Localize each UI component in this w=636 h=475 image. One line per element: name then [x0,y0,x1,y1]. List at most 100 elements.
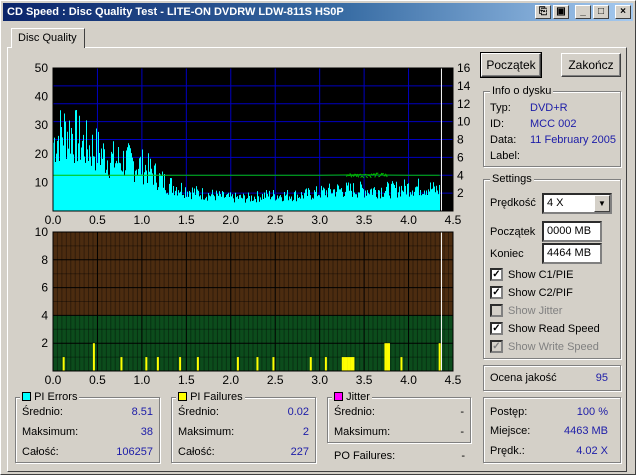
pi-failures-bar [348,357,351,371]
show-read-speed-checkbox[interactable]: ✓ [490,322,503,335]
top-chart-right-tick: 12 [457,97,471,111]
top-chart-x-tick: 2.0 [222,213,239,227]
pi-failures-max-label: Maksimum: [178,426,235,438]
pi-failures-bar [272,357,275,371]
jitter-max-label: Maksimum: [334,426,391,438]
read-speed-value: 4.02 X [576,445,608,457]
type-value: DVD+R [530,102,568,114]
bottom-chart-x-tick: 1.0 [134,373,151,387]
pi-failures-swatch [178,392,187,401]
jitter-avg-label: Średnio: [334,406,375,418]
show-c2-checkbox[interactable]: ✓ [490,286,503,299]
bottom-chart-x-tick: 2.0 [222,373,239,387]
progress-box: Postęp: 100 % Miejsce: 4463 MB Prędk.: 4… [483,397,621,463]
top-chart-x-tick: 3.5 [356,213,373,227]
top-chart-left-tick: 50 [35,61,49,75]
id-label: ID: [490,118,505,130]
pi-failures-bar [343,357,346,371]
jitter-swatch [334,392,343,401]
disc-info-group: Info o dysku Typ: DVD+R ID: MCC 002 Data… [483,84,621,167]
pi-errors-avg-value: 8.51 [131,406,153,418]
exit-button[interactable]: Zakończ [561,53,621,77]
show-read-speed-label: Show Read Speed [508,323,600,335]
bottom-chart-y-tick: 8 [41,253,48,267]
pi-failures-bar [236,357,239,371]
bottom-chart-y-tick: 4 [41,308,48,322]
pi-failures-max-value: 2 [302,426,309,438]
start-label: Początek [490,226,536,238]
pi-errors-total-value: 106257 [116,446,153,458]
position-value: 4463 MB [563,425,608,437]
progress-label: Postęp: [490,406,528,418]
pi-failures-title: PI Failures [190,391,243,403]
pi-failures-bar [62,357,65,371]
pi-errors-max-value: 38 [140,426,153,438]
bottom-chart-x-tick: 0.0 [45,373,62,387]
bottom-chart-y-tick: 6 [41,281,48,295]
top-chart-x-tick: 4.0 [400,213,417,227]
show-c1-label: Show C1/PIE [508,269,574,281]
disc-label: Label: [490,150,520,162]
pi-failures-bar [341,357,344,371]
top-chart-left-tick: 30 [35,118,49,132]
jitter-title-wrap: Jitter [332,390,372,404]
pi-failures-bar [256,357,259,371]
top-chart-right-tick: 8 [457,133,464,147]
date-label: Data: [490,134,517,146]
show-write-speed-label: Show Write Speed [508,341,599,353]
show-c1-checkbox[interactable]: ✓ [490,268,503,281]
show-write-speed-checkbox[interactable]: ✓ [490,340,503,353]
pi-failures-total-value: 227 [290,446,309,458]
tab-disc-quality[interactable]: Disc Quality [11,28,85,48]
pi-failures-bar [92,343,95,371]
id-value: MCC 002 [530,118,577,130]
pi-failures-bar [347,357,350,371]
chevron-down-icon[interactable]: ▼ [594,195,610,212]
pi-failures-bar [324,357,327,371]
top-chart-left-tick: 40 [35,90,49,104]
pi-failures-avg-value: 0.02 [287,406,309,418]
pi-errors-group: PI Errors Średnio: 8.51 Maksimum: 38 Cał… [15,390,160,463]
top-chart-right-tick: 14 [457,79,471,93]
pi-failures-avg-label: Średnio: [178,406,219,418]
pi-failures-bar [400,357,403,371]
jitter-max-value: - [460,426,464,438]
bottom-chart-y-tick: 2 [41,336,48,350]
pi-failures-bar [179,357,182,371]
disc-info-title: Info o dysku [490,84,554,98]
pi-failures-bar [196,357,199,371]
bottom-chart-x-tick: 3.0 [311,373,328,387]
pi-errors-swatch [22,392,31,401]
top-chart-left-tick: 20 [35,147,49,161]
jitter-title: Jitter [346,391,370,403]
speed-select-value: 4 X [547,197,564,209]
top-chart-x-tick: 3.0 [311,213,328,227]
pi-failures-bar [388,343,390,371]
pi-failures-title-wrap: PI Failures [176,390,245,404]
read-speed-label: Prędk.: [490,445,525,457]
top-chart-right-tick: 4 [457,168,464,182]
po-failures-label: PO Failures: [334,450,396,462]
start-button[interactable]: Początek [480,52,542,78]
start-input[interactable]: 0000 MB [542,221,602,242]
top-chart-right-tick: 10 [457,115,471,129]
top-chart-x-tick: 1.0 [134,213,151,227]
bottom-chart-x-tick: 3.5 [356,373,373,387]
quality-value: 95 [595,372,608,384]
speed-select[interactable]: 4 X ▼ [542,193,612,214]
bottom-chart-x-tick: 1.5 [178,373,195,387]
end-input[interactable]: 4464 MB [542,243,602,264]
pi-failures-bar [438,343,441,371]
show-jitter-label: Show Jitter [508,305,563,317]
top-chart-left-tick: 10 [35,175,49,189]
bottom-chart-x-tick: 4.0 [400,373,417,387]
top-chart-right-tick: 16 [457,61,471,75]
top-chart-right-tick: 2 [457,186,464,200]
jitter-group: Jitter Średnio: - Maksimum: - [327,390,471,443]
type-label: Typ: [490,102,511,114]
top-chart-x-tick: 2.5 [267,213,284,227]
show-jitter-checkbox[interactable] [490,304,503,317]
settings-title: Settings [490,172,534,186]
top-chart-x-tick: 4.5 [445,213,462,227]
jitter-avg-value: - [460,406,464,418]
